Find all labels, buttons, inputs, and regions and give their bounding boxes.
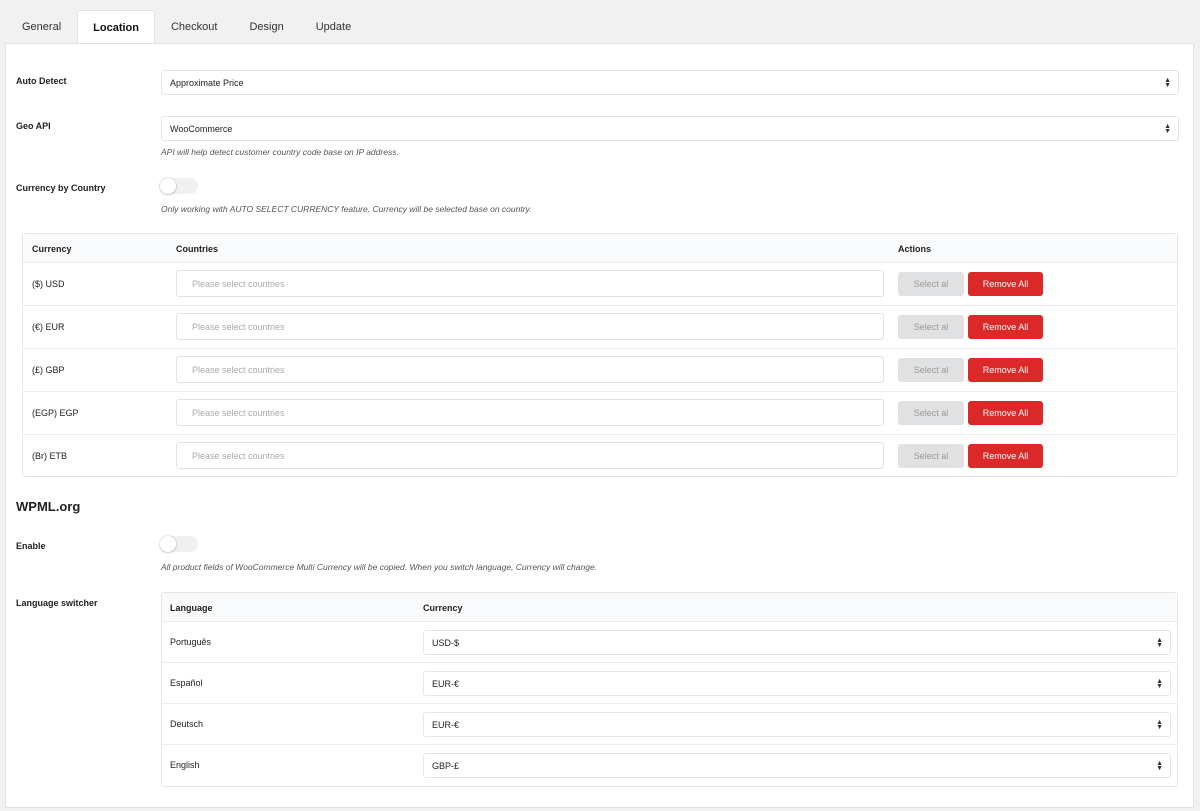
language-name: Español	[170, 678, 203, 688]
select-arrows-icon: ▲ ▼	[1156, 759, 1163, 772]
tab-general[interactable]: General	[6, 10, 77, 43]
toggle-knob	[160, 536, 176, 552]
language-currency-select[interactable]: USD-$ ▲ ▼	[423, 630, 1171, 655]
table-row: English GBP-£ ▲ ▼	[162, 745, 1177, 786]
language-currency-select[interactable]: EUR-€ ▲ ▼	[423, 712, 1171, 737]
wpml-section-title: WPML.org	[16, 499, 81, 514]
currency-by-country-toggle[interactable]	[160, 178, 198, 194]
table-row: Português USD-$ ▲ ▼	[162, 622, 1177, 663]
table-row: (Br) ETB Please select countries Select …	[23, 435, 1177, 478]
language-switcher-table: Language Currency Português USD-$ ▲ ▼ Esp…	[161, 592, 1178, 787]
remove-all-button[interactable]: Remove All	[968, 401, 1043, 425]
currency-code: ($) USD	[32, 279, 65, 289]
select-arrows-icon: ▲ ▼	[1164, 76, 1171, 89]
settings-tabs: General Location Checkout Design Update	[6, 10, 367, 44]
currency-countries-table: Currency Countries Actions ($) USD Pleas…	[22, 233, 1178, 477]
geo-api-value: WooCommerce	[170, 123, 233, 134]
select-arrows-icon: ▲ ▼	[1156, 677, 1163, 690]
language-switcher-label: Language switcher	[16, 598, 98, 608]
language-currency-value: USD-$	[432, 637, 460, 648]
header-currency: Currency	[423, 603, 463, 613]
currency-code: (Br) ETB	[32, 451, 67, 461]
language-currency-value: EUR-€	[432, 719, 460, 730]
select-all-button[interactable]: Select al	[898, 315, 964, 339]
geo-api-label: Geo API	[16, 121, 51, 131]
header-countries: Countries	[176, 244, 219, 254]
select-all-button[interactable]: Select al	[898, 401, 964, 425]
wpml-enable-help: All product fields of WooCommerce Multi …	[161, 562, 598, 572]
geo-api-select[interactable]: WooCommerce ▲ ▼	[161, 116, 1179, 141]
currency-by-country-help: Only working with AUTO SELECT CURRENCY f…	[161, 204, 532, 214]
countries-input[interactable]: Please select countries	[176, 270, 884, 297]
select-arrows-icon: ▲ ▼	[1156, 636, 1163, 649]
select-all-button[interactable]: Select al	[898, 358, 964, 382]
countries-input[interactable]: Please select countries	[176, 442, 884, 469]
countries-input[interactable]: Please select countries	[176, 356, 884, 383]
table-header: Currency Countries Actions	[23, 234, 1177, 263]
language-currency-value: EUR-€	[432, 678, 460, 689]
toggle-knob	[160, 178, 176, 194]
wpml-enable-toggle[interactable]	[160, 536, 198, 552]
geo-api-help: API will help detect customer country co…	[161, 147, 399, 157]
table-row: (€) EUR Please select countries Select a…	[23, 306, 1177, 349]
currency-code: (EGP) EGP	[32, 408, 79, 418]
language-currency-select[interactable]: GBP-£ ▲ ▼	[423, 753, 1171, 778]
countries-input[interactable]: Please select countries	[176, 399, 884, 426]
select-arrows-icon: ▲ ▼	[1156, 718, 1163, 731]
auto-detect-select[interactable]: Approximate Price ▲ ▼	[161, 70, 1179, 95]
table-row: Deutsch EUR-€ ▲ ▼	[162, 704, 1177, 745]
tab-checkout[interactable]: Checkout	[155, 10, 233, 43]
wpml-enable-label: Enable	[16, 541, 46, 551]
remove-all-button[interactable]: Remove All	[968, 358, 1043, 382]
tab-update[interactable]: Update	[300, 10, 367, 43]
select-all-button[interactable]: Select al	[898, 444, 964, 468]
currency-code: (€) EUR	[32, 322, 65, 332]
remove-all-button[interactable]: Remove All	[968, 315, 1043, 339]
language-currency-value: GBP-£	[432, 760, 460, 771]
auto-detect-value: Approximate Price	[170, 77, 244, 88]
countries-input[interactable]: Please select countries	[176, 313, 884, 340]
header-currency: Currency	[32, 244, 72, 254]
select-arrows-icon: ▲ ▼	[1164, 122, 1171, 135]
table-row: (EGP) EGP Please select countries Select…	[23, 392, 1177, 435]
language-name: Deutsch	[170, 719, 204, 729]
currency-code: (£) GBP	[32, 365, 65, 375]
table-header: Language Currency	[162, 593, 1177, 622]
select-all-button[interactable]: Select al	[898, 272, 964, 296]
remove-all-button[interactable]: Remove All	[968, 444, 1043, 468]
table-row: Español EUR-€ ▲ ▼	[162, 663, 1177, 704]
table-row: ($) USD Please select countries Select a…	[23, 263, 1177, 306]
tab-location[interactable]: Location	[77, 10, 155, 44]
table-row: (£) GBP Please select countries Select a…	[23, 349, 1177, 392]
header-actions: Actions	[898, 244, 932, 254]
location-settings-panel: Auto Detect Approximate Price ▲ ▼ Geo API…	[5, 43, 1194, 808]
language-currency-select[interactable]: EUR-€ ▲ ▼	[423, 671, 1171, 696]
language-name: Português	[170, 637, 212, 647]
tab-design[interactable]: Design	[233, 10, 299, 43]
remove-all-button[interactable]: Remove All	[968, 272, 1043, 296]
currency-by-country-label: Currency by Country	[16, 183, 106, 193]
auto-detect-label: Auto Detect	[16, 76, 67, 86]
language-name: English	[170, 760, 200, 770]
header-language: Language	[170, 603, 213, 613]
